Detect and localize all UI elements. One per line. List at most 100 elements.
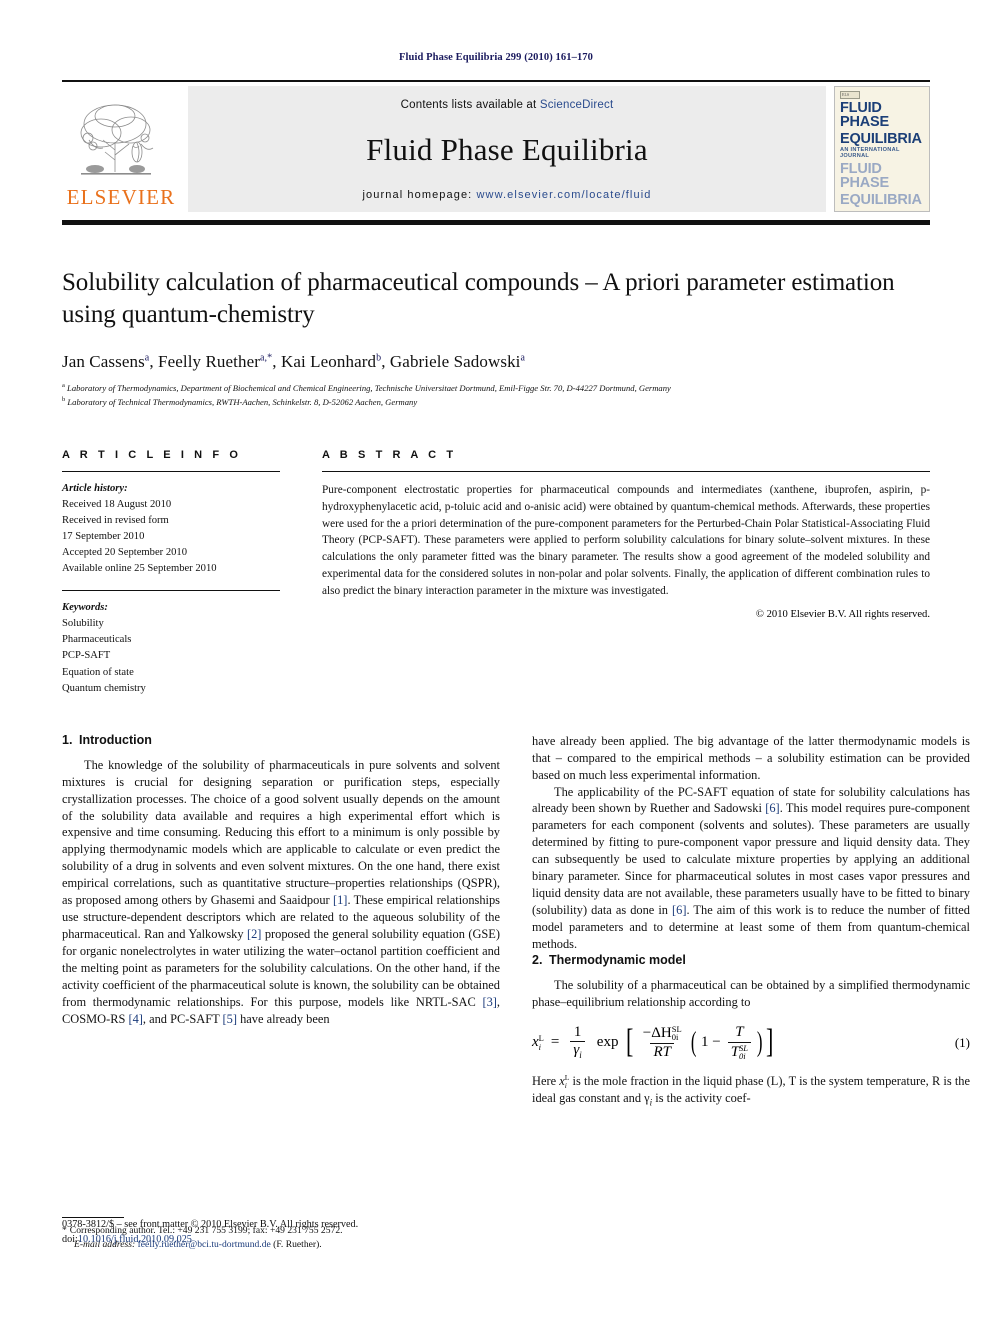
section-heading-introduction: 1. Introduction xyxy=(62,733,500,747)
thermo-p2-part-b: is the mole fraction in the liquid phase… xyxy=(532,1073,970,1105)
intro-paragraph-1: The knowledge of the solubility of pharm… xyxy=(62,757,500,1028)
citation-ref-6[interactable]: [6] xyxy=(765,801,779,815)
eq1-lhs-var: x xyxy=(532,1034,539,1051)
contents-prefix: Contents lists available at xyxy=(400,99,540,111)
article-info-heading: A R T I C L E I N F O xyxy=(62,448,242,461)
homepage-label: journal homepage: xyxy=(362,189,473,201)
page-title: Solubility calculation of pharmaceutical… xyxy=(62,269,895,328)
eq1-temperature-fraction: T T SL 0i xyxy=(727,1023,752,1061)
affiliation-text: Laboratory of Thermodynamics, Department… xyxy=(67,382,671,393)
masthead-center-band: Contents lists available at ScienceDirec… xyxy=(188,86,826,212)
imprint-block: 0378-3812/$ – see front matter © 2010 El… xyxy=(62,1217,358,1248)
history-item: Available online 25 September 2010 xyxy=(62,563,217,575)
thermo-paragraph-2: Here xLi is the mole fraction in the liq… xyxy=(532,1073,970,1109)
journal-title: Fluid Phase Equilibria xyxy=(366,132,648,167)
intro-p2-part-b: . This model requires pure-component par… xyxy=(532,801,970,917)
cover-line-2: EQUILIBRIA xyxy=(840,130,922,147)
author-name: Gabriele Sadowski xyxy=(389,352,521,371)
eq1-paren-open: ( xyxy=(690,1027,697,1059)
cover-line-1: FLUID PHASE xyxy=(840,99,889,131)
elsevier-wordmark: ELSEVIER xyxy=(66,185,176,209)
intro-p1-part-e: , and PC-SAFT xyxy=(142,1011,223,1026)
eq1-equals: = xyxy=(550,1034,560,1051)
section-title: Introduction xyxy=(79,732,152,747)
intro-p1-tail: have already been xyxy=(237,1011,330,1026)
journal-cover-thumbnail: ELS FLUID PHASE EQUILIBRIA AN INTERNATIO… xyxy=(834,86,930,212)
body-columns: 1. Introduction The knowledge of the solu… xyxy=(62,733,970,1253)
cover-line-5: EQUILIBRIA xyxy=(840,191,922,208)
cover-publisher-mark: ELS xyxy=(840,91,860,99)
eq1-t-den-sub: 0i xyxy=(739,1051,746,1062)
keyword-item: PCP-SAFT xyxy=(62,650,111,662)
thermo-p2-part-c: is the activity coef- xyxy=(652,1090,751,1105)
citation-ref-2[interactable]: [2] xyxy=(247,927,261,941)
citation-ref-6b[interactable]: [6] xyxy=(672,903,686,917)
doi-link[interactable]: 10.1016/j.fluid.2010.09.025 xyxy=(78,1234,192,1245)
equation-1-math: xLi = 1 γi exp [ −ΔH SL 0i RT ( 1 − T T … xyxy=(532,1023,776,1061)
abstract-copyright: © 2010 Elsevier B.V. All rights reserved… xyxy=(755,609,930,621)
affiliation-line: a Laboratory of Thermodynamics, Departme… xyxy=(62,381,930,394)
citation-ref-1[interactable]: [1] xyxy=(333,893,347,907)
citation-ref-4[interactable]: [4] xyxy=(128,1012,142,1026)
journal-masthead: ELSEVIER Contents lists available at Sci… xyxy=(62,80,930,212)
keywords-block: Keywords: Solubility Pharmaceuticals PCP… xyxy=(62,600,280,697)
eq1-one-over-gamma: 1 γi xyxy=(570,1023,585,1061)
history-item: Accepted 20 September 2010 xyxy=(62,547,188,558)
keywords-label: Keywords: xyxy=(62,602,108,614)
body-column-right: have already been applied. The big advan… xyxy=(532,733,970,1253)
elsevier-logo: ELSEVIER xyxy=(62,86,180,212)
body-column-left: 1. Introduction The knowledge of the solu… xyxy=(62,733,500,1253)
eq1-dh-script: SL 0i xyxy=(672,1025,682,1042)
thermo-paragraph-1: The solubility of a pharmaceutical can b… xyxy=(532,977,970,1009)
history-item: Received 18 August 2010 xyxy=(62,498,172,510)
section-title: Thermodynamic model xyxy=(549,952,686,967)
eq1-exp: exp xyxy=(596,1034,619,1051)
sciencedirect-link[interactable]: ScienceDirect xyxy=(540,99,614,111)
history-item: Received in revised form xyxy=(62,514,169,526)
section-number: 1. xyxy=(62,732,73,747)
eq1-fraction-denominator-rt: RT xyxy=(650,1042,674,1061)
eq1-t-den-var: T xyxy=(730,1043,740,1060)
eq1-fraction-numerator: −ΔH SL 0i xyxy=(640,1025,685,1043)
article-info-column: A R T I C L E I N F O Article history: R… xyxy=(62,449,280,697)
elsevier-tree-icon xyxy=(80,104,154,175)
eq1-t-den-script: SL 0i xyxy=(739,1044,748,1061)
keyword-item: Equation of state xyxy=(62,666,134,678)
masthead-bottom-rule xyxy=(62,220,930,225)
homepage-url[interactable]: www.elsevier.com/locate/fluid xyxy=(477,189,652,201)
imprint-doi-line: doi:10.1016/j.fluid.2010.09.025 xyxy=(62,1232,358,1247)
eq1-paren-close: ) xyxy=(756,1027,763,1059)
article-history-label: Article history: xyxy=(62,482,128,494)
intro-paragraph-2: The applicability of the PC-SAFT equatio… xyxy=(532,784,970,953)
affiliation-line: b Laboratory of Technical Thermodynamics… xyxy=(62,395,930,408)
running-head: Fluid Phase Equilibria 299 (2010) 161–17… xyxy=(399,52,593,63)
eq1-lhs-sub: i xyxy=(538,1041,542,1052)
author-mark: a xyxy=(144,352,150,364)
article-info-rule-mid xyxy=(62,590,280,592)
author-list: Jan Cassensa, Feelly Ruethera,*, Kai Leo… xyxy=(62,352,526,371)
author-name: Kai Leonhard xyxy=(280,352,377,371)
affiliation-mark: b xyxy=(62,396,66,404)
journal-homepage-line: journal homepage: www.elsevier.com/locat… xyxy=(363,189,652,201)
eq1-dh-sub: 0i xyxy=(671,1032,679,1043)
keyword-item: Solubility xyxy=(62,618,104,630)
keyword-item: Quantum chemistry xyxy=(62,682,146,694)
history-item: 17 September 2010 xyxy=(62,530,145,542)
abstract-column: A B S T R A C T Pure-component electrost… xyxy=(322,449,930,697)
eq1-numerator-one: 1 xyxy=(573,1023,582,1040)
affiliation-mark: a xyxy=(62,382,65,389)
citation-ref-5[interactable]: [5] xyxy=(223,1012,237,1026)
eq1-t-numerator: T xyxy=(735,1023,744,1040)
section-number: 2. xyxy=(532,952,543,967)
article-info-rule-top xyxy=(62,470,280,472)
eq1-one-minus: 1 − xyxy=(700,1034,721,1051)
eq1-lhs: xLi xyxy=(532,1034,544,1051)
eq1-bracket-close: ] xyxy=(766,1023,774,1061)
eq1-bracket-open: [ xyxy=(626,1023,634,1061)
contents-lists-line: Contents lists available at ScienceDirec… xyxy=(401,99,614,111)
cover-line-4: FLUID PHASE xyxy=(840,160,889,191)
citation-ref-3[interactable]: [3] xyxy=(482,995,496,1009)
abstract-rule-top xyxy=(322,470,930,472)
intro-p1-continued: have already been applied. The big advan… xyxy=(532,733,970,782)
eq1-gamma-sub: i xyxy=(579,1050,582,1061)
